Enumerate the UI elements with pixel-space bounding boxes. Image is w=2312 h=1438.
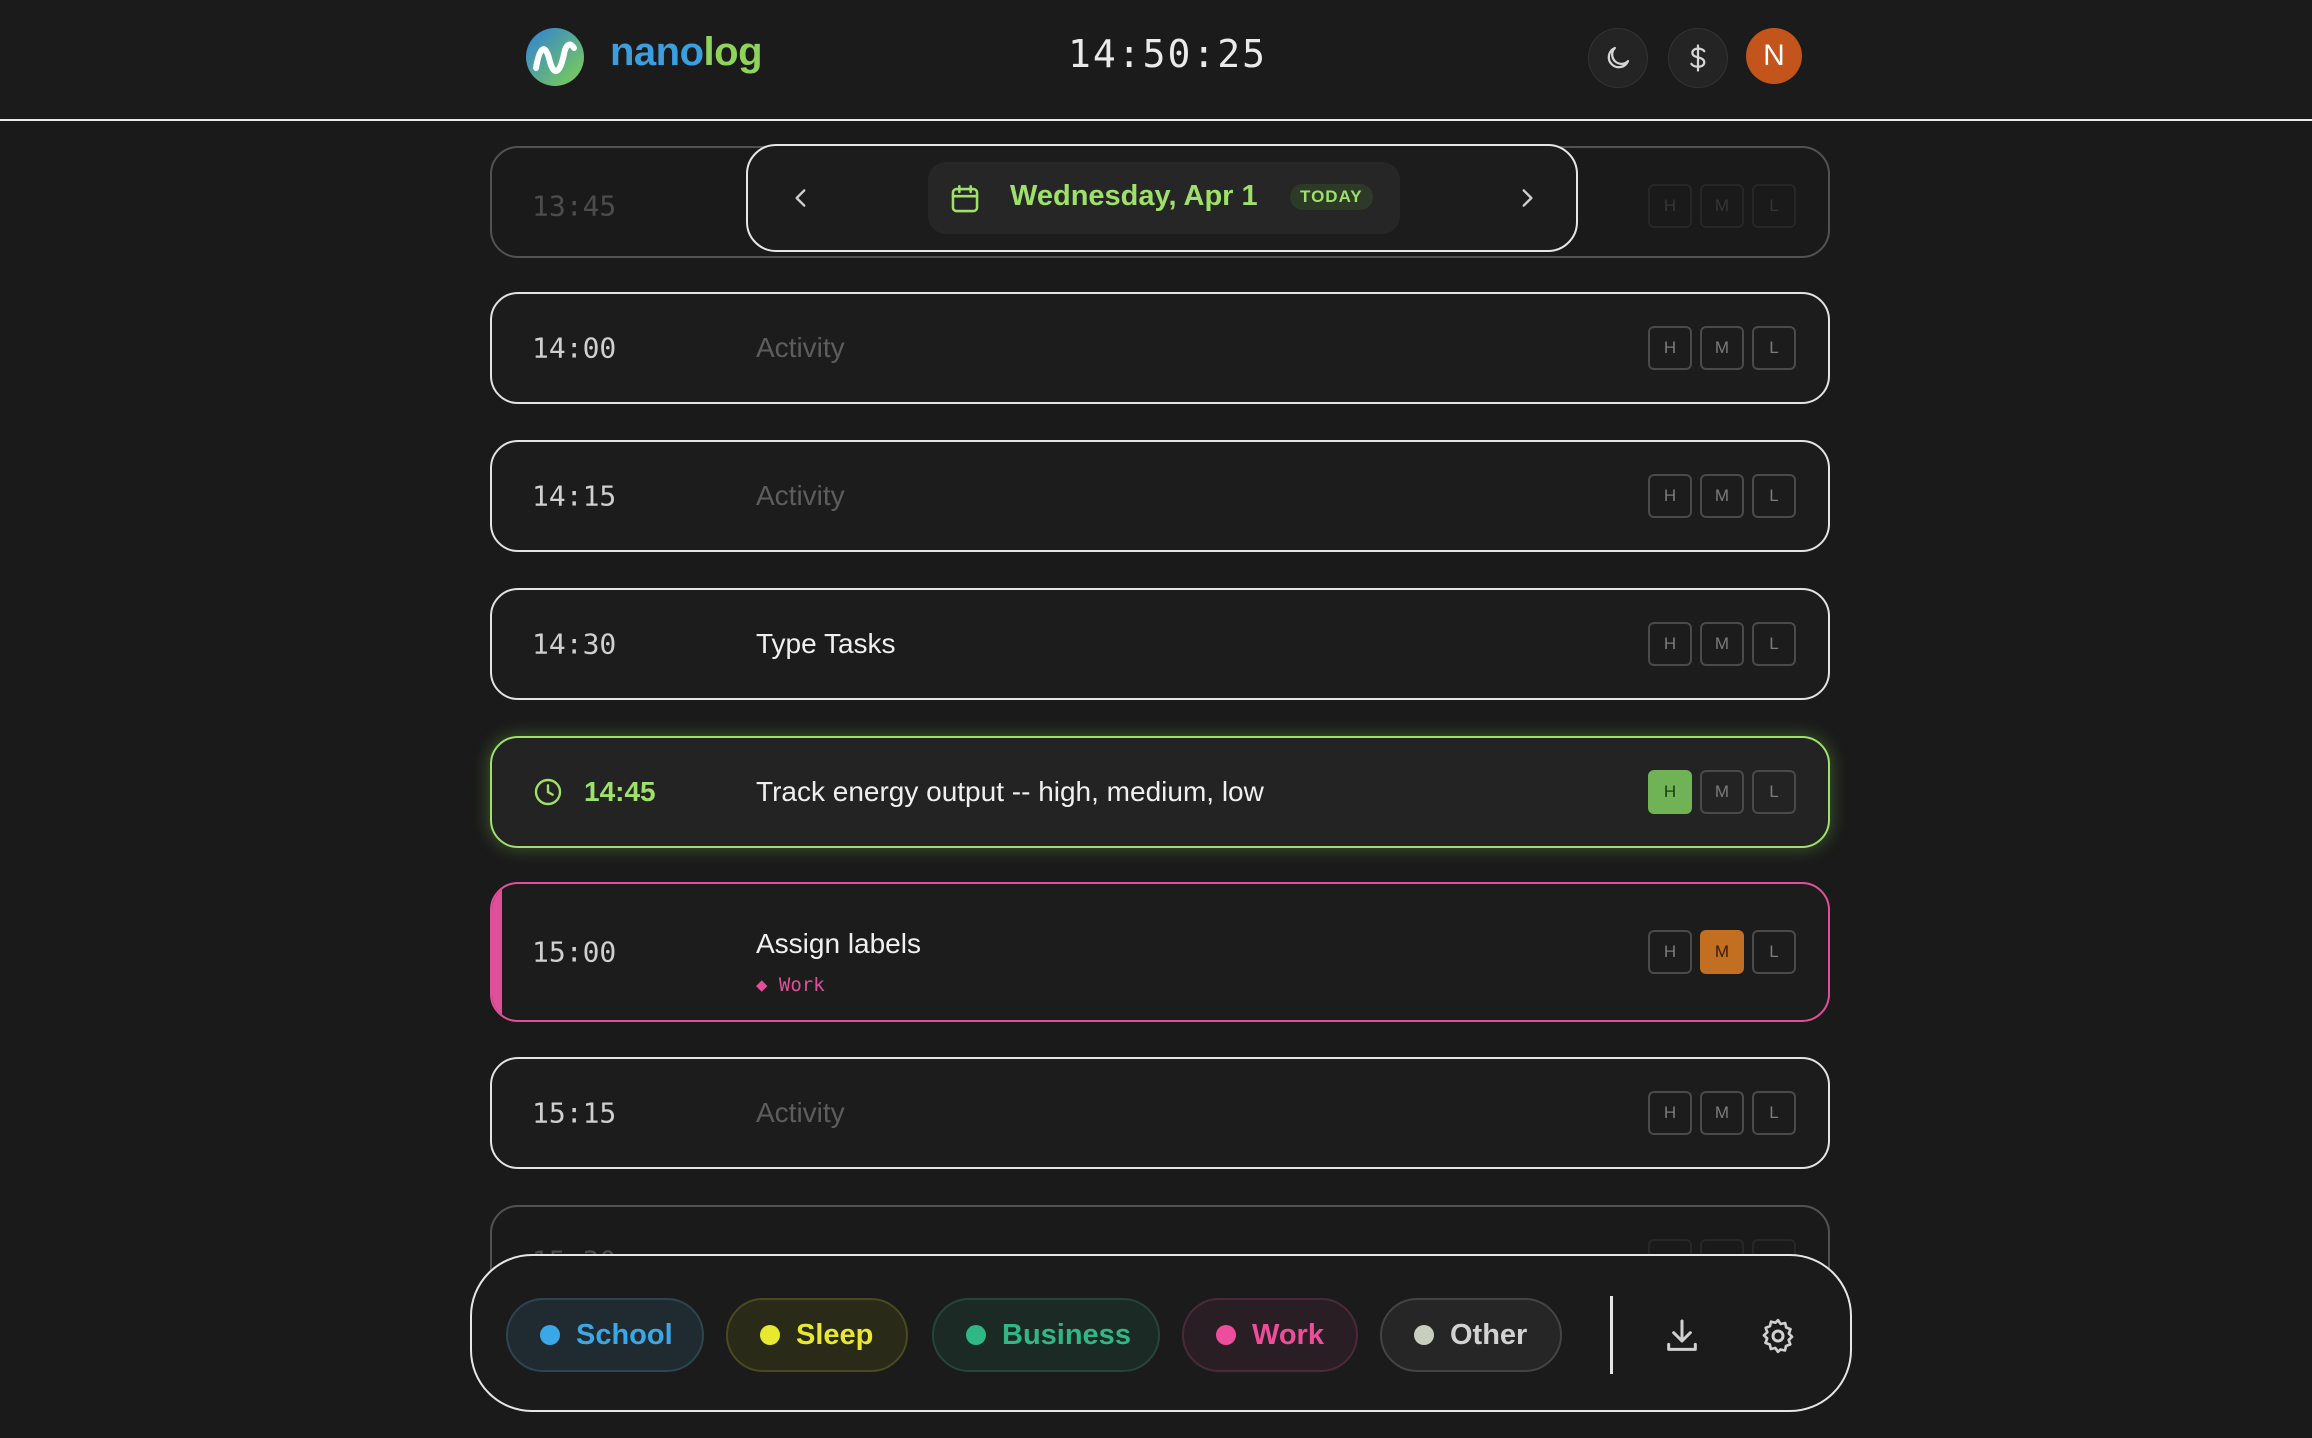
time-label: 14:00	[532, 331, 617, 365]
category-bar: School Sleep Business Work Other	[470, 1254, 1852, 1412]
date-picker-button[interactable]: Wednesday, Apr 1 TODAY	[928, 162, 1400, 234]
work-dot-icon	[1216, 1325, 1236, 1345]
energy-low-button[interactable]: L	[1752, 930, 1796, 974]
activity-input[interactable]: Track energy output -- high, medium, low	[756, 776, 1264, 808]
energy-high-button[interactable]: H	[1648, 184, 1692, 228]
category-tag: ◆ Work	[756, 974, 825, 996]
energy-low-button[interactable]: L	[1752, 1091, 1796, 1135]
energy-high-button[interactable]: H	[1648, 770, 1692, 814]
energy-selector: H M L	[1648, 770, 1796, 814]
clock-icon	[534, 778, 562, 806]
diamond-icon: ◆	[756, 974, 779, 996]
energy-medium-button[interactable]: M	[1700, 930, 1744, 974]
business-dot-icon	[966, 1325, 986, 1345]
category-chip-school[interactable]: School	[506, 1298, 704, 1372]
divider	[1610, 1296, 1613, 1374]
category-color-stripe	[492, 884, 502, 1020]
energy-medium-button[interactable]: M	[1700, 622, 1744, 666]
energy-low-button[interactable]: L	[1752, 326, 1796, 370]
time-label: 13:45	[532, 189, 617, 223]
energy-selector: H M L	[1648, 326, 1796, 370]
energy-medium-button[interactable]: M	[1700, 1091, 1744, 1135]
energy-high-button[interactable]: H	[1648, 930, 1692, 974]
app-header: nanolog 14:50:25 N	[0, 0, 2312, 121]
energy-selector: H M L	[1648, 474, 1796, 518]
pricing-button[interactable]	[1668, 28, 1728, 88]
school-dot-icon	[540, 1325, 560, 1345]
sleep-dot-icon	[760, 1325, 780, 1345]
current-time-clock: 14:50:25	[1068, 32, 1268, 76]
time-label: 15:15	[532, 1096, 617, 1130]
energy-low-button[interactable]: L	[1752, 622, 1796, 666]
time-label: 15:00	[532, 935, 617, 969]
time-slot-row[interactable]: 14:15 Activity H M L	[490, 440, 1830, 552]
energy-high-button[interactable]: H	[1648, 474, 1692, 518]
moon-icon	[1607, 46, 1630, 69]
energy-high-button[interactable]: H	[1648, 622, 1692, 666]
category-chip-other[interactable]: Other	[1380, 1298, 1562, 1372]
calendar-icon	[951, 184, 979, 213]
user-avatar[interactable]: N	[1746, 28, 1802, 84]
time-label: 14:30	[532, 627, 617, 661]
brand-name: nanolog	[610, 30, 763, 74]
time-label: 14:45	[584, 776, 656, 807]
selected-date-label: Wednesday, Apr 1	[1010, 180, 1258, 212]
download-button[interactable]	[1658, 1312, 1706, 1360]
current-time-slot-row[interactable]: 14:45 Track energy output -- high, mediu…	[490, 736, 1830, 848]
theme-toggle-button[interactable]	[1588, 28, 1648, 88]
today-badge: TODAY	[1290, 184, 1373, 210]
activity-input[interactable]: Type Tasks	[756, 628, 896, 660]
energy-selector: H M L	[1648, 1091, 1796, 1135]
energy-selector: H M L	[1648, 930, 1796, 974]
logo-icon	[526, 28, 584, 86]
energy-low-button[interactable]: L	[1752, 770, 1796, 814]
activity-input[interactable]: Activity	[756, 1097, 845, 1129]
energy-medium-button[interactable]: M	[1700, 474, 1744, 518]
other-dot-icon	[1414, 1325, 1434, 1345]
energy-low-button[interactable]: L	[1752, 474, 1796, 518]
category-chip-sleep[interactable]: Sleep	[726, 1298, 908, 1372]
time-label: 14:15	[532, 479, 617, 513]
category-chip-work[interactable]: Work	[1182, 1298, 1358, 1372]
dollar-icon	[1690, 44, 1706, 72]
download-icon	[1667, 1319, 1697, 1351]
time-slot-row[interactable]: 15:15 Activity H M L	[490, 1057, 1830, 1169]
chevron-left-icon[interactable]	[788, 185, 814, 211]
settings-button[interactable]	[1754, 1312, 1802, 1360]
gear-icon	[1762, 1318, 1794, 1354]
date-navigator: Wednesday, Apr 1 TODAY	[746, 144, 1578, 252]
activity-input[interactable]: Activity	[756, 480, 845, 512]
energy-medium-button[interactable]: M	[1700, 184, 1744, 228]
energy-high-button[interactable]: H	[1648, 1091, 1692, 1135]
energy-high-button[interactable]: H	[1648, 326, 1692, 370]
chevron-right-icon[interactable]	[1514, 185, 1540, 211]
category-chip-business[interactable]: Business	[932, 1298, 1160, 1372]
time-slot-row[interactable]: 15:00 Assign labels ◆ Work H M L	[490, 882, 1830, 1022]
activity-input[interactable]: Assign labels	[756, 928, 921, 960]
time-slot-row[interactable]: 14:00 Activity H M L	[490, 292, 1830, 404]
energy-medium-button[interactable]: M	[1700, 770, 1744, 814]
time-slot-row[interactable]: 14:30 Type Tasks H M L	[490, 588, 1830, 700]
energy-medium-button[interactable]: M	[1700, 326, 1744, 370]
energy-selector: H M L	[1648, 622, 1796, 666]
energy-selector: H M L	[1648, 184, 1796, 228]
activity-input[interactable]: Activity	[756, 332, 845, 364]
energy-low-button[interactable]: L	[1752, 184, 1796, 228]
